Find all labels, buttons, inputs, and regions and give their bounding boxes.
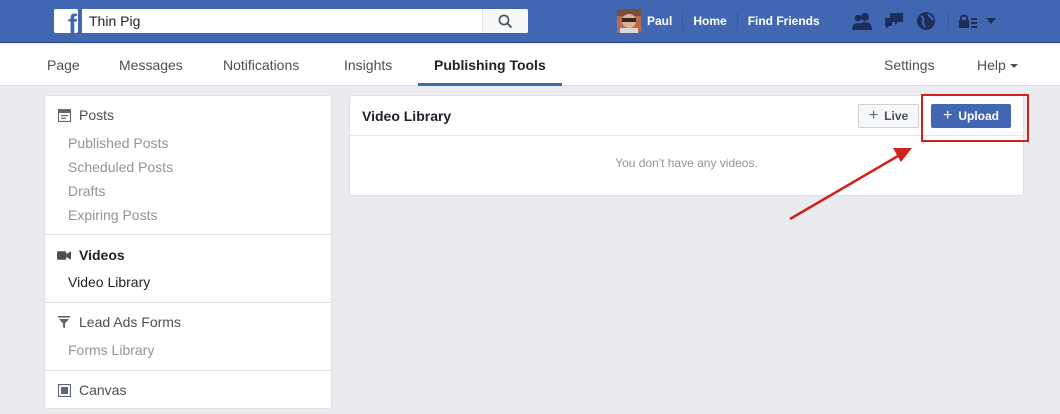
annotation-arrow-icon bbox=[789, 148, 912, 221]
